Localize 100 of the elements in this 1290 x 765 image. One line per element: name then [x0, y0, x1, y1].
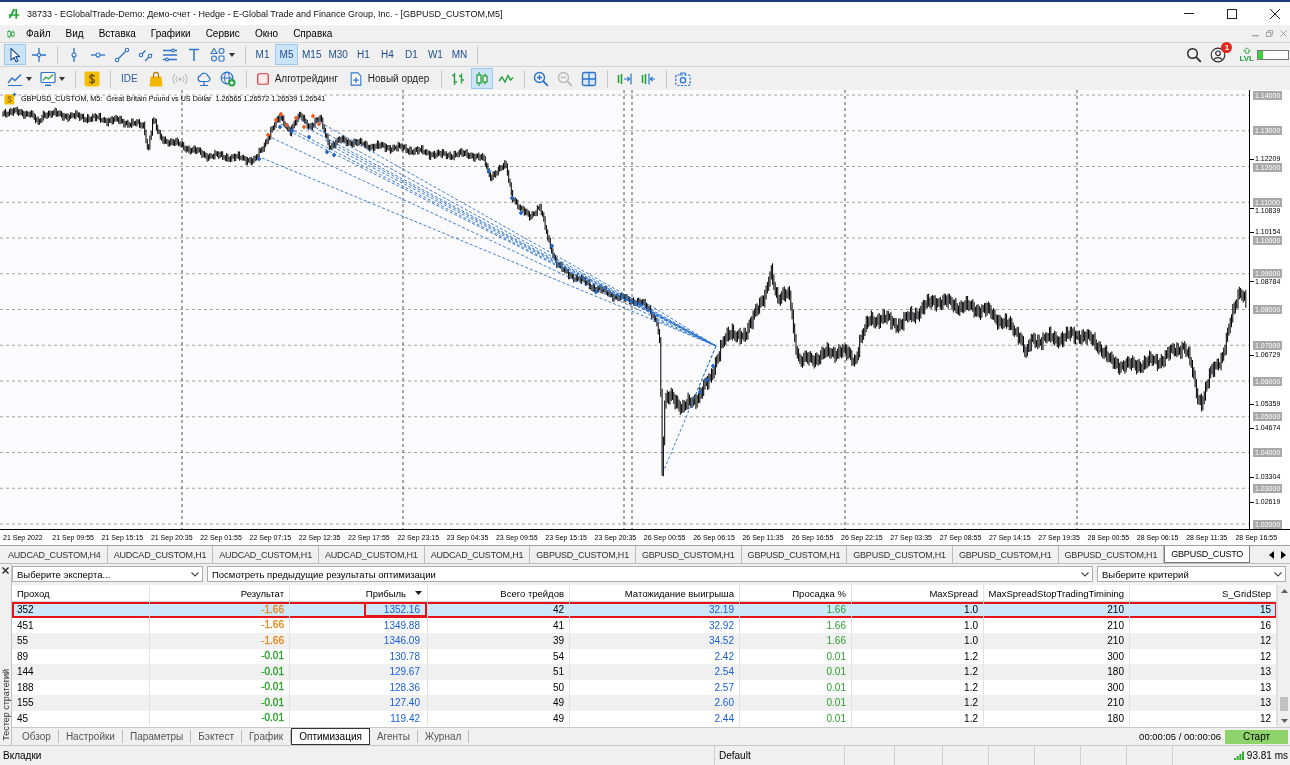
- table-cell: 180: [984, 710, 1130, 726]
- right-arrow-icon[interactable]: [1281, 550, 1286, 559]
- tester-tab[interactable]: Обзор: [15, 730, 59, 743]
- menu-item[interactable]: Окно: [248, 27, 285, 40]
- ide-button[interactable]: IDE: [116, 68, 143, 89]
- cursor-arrow-icon: [7, 46, 23, 63]
- tester-tab[interactable]: Настройки: [58, 730, 123, 743]
- new-order-button[interactable]: Новый ордер: [344, 68, 434, 89]
- timeframe-button[interactable]: H4: [375, 44, 399, 65]
- menu-item[interactable]: Сервис: [199, 27, 246, 40]
- expert-dropdown[interactable]: Выберите эксперта...: [12, 566, 203, 582]
- caret-icon: [59, 76, 65, 81]
- user-icon[interactable]: [1210, 46, 1227, 63]
- menu-item[interactable]: Графики: [144, 27, 197, 40]
- table-cell: -1.66: [261, 634, 284, 647]
- table-cell: 210: [984, 633, 1130, 649]
- chart-tab[interactable]: GBPUSD_CUSTO: [1164, 546, 1251, 563]
- table-cell: -0.01: [261, 696, 284, 709]
- timeframe-button[interactable]: M5: [275, 44, 298, 65]
- table-cell-text: 129.67: [388, 665, 421, 680]
- signal-bars-icon: [1233, 751, 1244, 760]
- elapsed-time: 00:00:05 / 00:00:06: [1139, 731, 1221, 742]
- menu-item[interactable]: Вставка: [92, 27, 142, 40]
- menu-item[interactable]: Справка: [287, 27, 339, 40]
- timeframe-button[interactable]: D1: [399, 44, 423, 65]
- tester-tab[interactable]: Агенты: [369, 730, 418, 743]
- algo-trading-button[interactable]: Алготрейдинг: [251, 68, 342, 89]
- up-arrow-icon[interactable]: [1280, 589, 1288, 593]
- tester-tab[interactable]: Оптимизация: [291, 728, 370, 745]
- table-row[interactable]: 155 -0.01 127.40 49 2.60 0.01 1.2 210 13: [12, 695, 1277, 711]
- tester-tab[interactable]: Параметры: [122, 730, 192, 743]
- menu-item[interactable]: Файл: [20, 27, 57, 40]
- table-row[interactable]: 352 -1.66 1352.16 42 32.19 1.66 1.0 210 15: [12, 602, 1277, 618]
- up-arrow-icon: [1242, 46, 1251, 54]
- table-row[interactable]: 55 -1.66 1346.09 39 34.52 1.66 1.0 210 12: [12, 633, 1277, 649]
- table-cell: -0.01: [261, 712, 284, 725]
- grid-icon: [581, 70, 598, 87]
- cloud-icon: [195, 70, 212, 87]
- table-cell: 1352.16: [363, 602, 427, 618]
- menu-item[interactable]: Вид: [59, 27, 90, 40]
- text-tool-icon: [186, 46, 202, 63]
- restore-icon[interactable]: [1266, 30, 1273, 37]
- timeframe-button[interactable]: M1: [251, 44, 274, 65]
- timeframe-button[interactable]: MN: [447, 44, 471, 65]
- column-header[interactable]: MaxSpread: [852, 585, 984, 601]
- table-row[interactable]: 144 -0.01 129.67 51 2.54 0.01 1.2 180 13: [12, 664, 1277, 680]
- table-cell: 210: [984, 695, 1130, 711]
- criterion-dropdown[interactable]: Выберите критерий: [1097, 566, 1286, 582]
- table-cell: 51: [428, 664, 570, 680]
- timeframe-button[interactable]: M15: [299, 44, 325, 65]
- maximize-icon[interactable]: [1227, 8, 1237, 19]
- timeframe-button[interactable]: W1: [423, 44, 447, 65]
- caret-icon: [229, 52, 235, 57]
- candlestick-icon: [6, 27, 16, 40]
- table-cell: 34.52: [570, 633, 740, 649]
- table-cell: 2.44: [570, 710, 740, 726]
- crosshair-icon: [31, 46, 47, 63]
- column-header[interactable]: Матожидание выигрыша: [570, 585, 740, 601]
- level-lines-icon: [162, 46, 178, 63]
- table-cell: 2.54: [570, 664, 740, 680]
- timeframe-button[interactable]: H1: [351, 44, 375, 65]
- column-header[interactable]: Всего трейдов: [428, 585, 570, 601]
- table-cell: 1.0: [852, 633, 984, 649]
- table-cell: -0.01: [261, 650, 284, 663]
- chevron-down-icon: [1081, 571, 1089, 577]
- table-cell: -1.66: [261, 603, 284, 616]
- dollar-icon: [84, 70, 100, 87]
- down-arrow-icon[interactable]: [1280, 719, 1288, 723]
- table-cell: 1.0: [852, 602, 984, 618]
- camera-icon: [675, 70, 692, 87]
- tester-tab[interactable]: Бэктест: [191, 730, 242, 743]
- chevron-down-icon: [1274, 571, 1282, 577]
- results-dropdown[interactable]: Посмотреть предыдущие результаты оптимизации: [207, 566, 1093, 582]
- scrollbar-thumb[interactable]: [1280, 697, 1288, 711]
- table-cell: 55: [12, 633, 150, 649]
- column-header[interactable]: MaxSpreadStopTradingTimining: [984, 585, 1130, 601]
- table-cell: 45: [12, 710, 150, 726]
- candlestick-button[interactable]: [471, 68, 494, 89]
- shapes-icon: [210, 46, 226, 63]
- zoom-out-icon: [557, 70, 574, 87]
- search-icon[interactable]: [1186, 46, 1203, 63]
- timeframe-button[interactable]: M30: [325, 44, 351, 65]
- left-arrow-icon[interactable]: [1269, 550, 1274, 559]
- cursor-arrow-button[interactable]: [4, 44, 26, 65]
- candlestick-icon: [474, 70, 491, 87]
- start-button[interactable]: Старт: [1225, 729, 1288, 744]
- close-icon[interactable]: [2, 567, 9, 574]
- column-header[interactable]: Просадка %: [740, 585, 852, 601]
- column-header[interactable]: Результат: [150, 585, 290, 601]
- column-header[interactable]: Проход: [12, 585, 150, 601]
- trend-line-icon: [114, 46, 130, 63]
- column-header[interactable]: Прибыль: [290, 585, 428, 601]
- tester-tab[interactable]: Журнал: [417, 730, 470, 743]
- scrollbar[interactable]: [1277, 585, 1290, 727]
- zoom-in-icon: [533, 70, 550, 87]
- panel-title: Тестер стратегий: [0, 669, 11, 741]
- table-cell: 42: [428, 602, 570, 618]
- ping-text: 93.81 ms: [1246, 750, 1288, 761]
- close-icon[interactable]: [1270, 8, 1280, 19]
- shopping-bag-icon: [147, 70, 164, 87]
